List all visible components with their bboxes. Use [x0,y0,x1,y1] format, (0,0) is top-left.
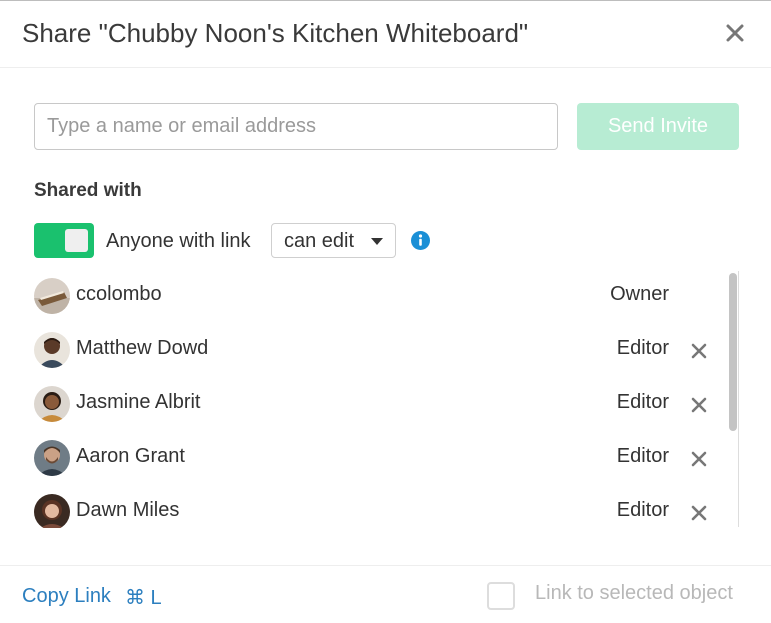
link-permission-select[interactable]: can edit [271,223,396,258]
dialog-title: Share "Chubby Noon's Kitchen Whiteboard" [22,18,529,48]
caret-down-icon [371,238,383,245]
scrollbar-track [738,271,739,527]
toggle-knob [65,229,88,252]
invite-input[interactable] [34,103,558,150]
copy-link-shortcut: ⌘ L [125,587,162,609]
info-icon[interactable] [411,231,430,250]
shared-with-heading: Shared with [34,180,142,201]
member-name: Dawn Miles [76,499,180,521]
member-row: Jasmine Albrit Editor [0,376,720,430]
remove-member-icon[interactable] [690,342,708,360]
member-name: Aaron Grant [76,445,185,467]
remove-member-icon[interactable] [690,450,708,468]
member-role: Owner [610,283,669,305]
member-role: Editor [616,391,669,413]
link-sharing-label: Anyone with link [106,230,251,252]
member-name: Jasmine Albrit [76,391,201,413]
member-role: Editor [616,499,669,521]
dialog-header: Share "Chubby Noon's Kitchen Whiteboard" [0,1,771,68]
link-to-selected-label: Link to selected object [535,582,733,604]
member-row: Dawn Miles Editor [0,484,720,528]
member-name: Matthew Dowd [76,337,209,359]
send-invite-button[interactable]: Send Invite [577,103,739,150]
link-permission-value: can edit [284,230,355,252]
member-role: Editor [616,337,669,359]
link-sharing-toggle[interactable] [34,223,94,258]
dialog-footer: Copy Link ⌘ L Link to selected object [0,565,771,623]
remove-member-icon[interactable] [690,396,708,414]
scrollbar-thumb[interactable] [729,273,737,431]
member-name: ccolombo [76,283,162,305]
member-row: Matthew Dowd Editor [0,322,720,376]
copy-link-button[interactable]: Copy Link [22,585,111,608]
close-icon[interactable] [723,21,747,45]
member-row: Aaron Grant Editor [0,430,720,484]
avatar [34,386,70,422]
share-dialog: Share "Chubby Noon's Kitchen Whiteboard"… [0,0,771,621]
avatar [34,440,70,476]
avatar [34,332,70,368]
avatar [34,494,70,528]
member-row: ccolombo Owner [0,268,720,322]
avatar [34,278,70,314]
member-role: Editor [616,445,669,467]
link-to-selected-checkbox[interactable] [487,582,515,610]
remove-member-icon[interactable] [690,504,708,522]
member-list: ccolombo Owner Matthew Dowd Editor Jasmi… [0,268,771,528]
